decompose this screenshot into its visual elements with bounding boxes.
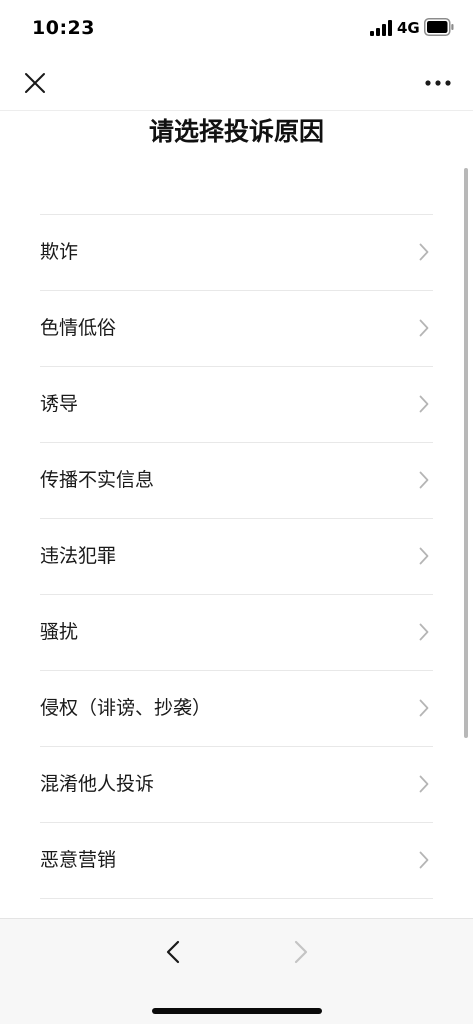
reason-label: 色情低俗 [40,317,117,339]
reason-item-illegal[interactable]: 违法犯罪 [40,519,433,595]
chevron-right-icon [419,623,429,641]
complaint-reason-screen: 10:23 4G 请选择投诉原因 欺诈 色情低俗 诱导 传播不实信息 违法犯罪 … [0,0,473,1024]
reason-label: 欺诈 [40,241,79,263]
close-icon [25,73,45,93]
back-button[interactable] [158,935,188,969]
more-button[interactable] [420,68,456,98]
nav-bar [0,56,473,111]
scrollbar[interactable] [464,168,468,738]
chevron-right-icon [419,775,429,793]
chevron-right-icon [419,851,429,869]
close-button[interactable] [20,68,50,98]
chevron-right-icon [419,699,429,717]
reason-item-harassment[interactable]: 骚扰 [40,595,433,671]
cellular-signal-icon [370,20,392,36]
reason-label: 骚扰 [40,621,79,643]
home-indicator[interactable] [152,1008,322,1014]
reason-item-pornography[interactable]: 色情低俗 [40,291,433,367]
forward-button[interactable] [286,935,316,969]
page-title: 请选择投诉原因 [148,117,324,146]
chevron-right-icon [419,471,429,489]
reason-item-infringement[interactable]: 侵权（诽谤、抄袭） [40,671,433,747]
chevron-right-icon [419,547,429,565]
reason-item-misinformation[interactable]: 传播不实信息 [40,443,433,519]
reason-item-malicious-marketing[interactable]: 恶意营销 [40,823,433,899]
status-time: 10:23 [32,17,95,39]
bottom-toolbar [0,918,473,1024]
chevron-right-icon [419,319,429,337]
reason-label: 传播不实信息 [40,469,155,491]
reason-label: 诱导 [40,393,79,415]
more-dots-icon [425,80,451,86]
reason-label: 侵权（诽谤、抄袭） [40,697,212,719]
reason-item-fraud[interactable]: 欺诈 [40,215,433,291]
reason-item-inducement[interactable]: 诱导 [40,367,433,443]
network-type: 4G [397,19,420,37]
content-area: 请选择投诉原因 欺诈 色情低俗 诱导 传播不实信息 违法犯罪 骚扰 侵权（诽谤、… [0,110,473,918]
reason-label: 违法犯罪 [40,545,117,567]
status-bar: 10:23 4G [0,0,473,56]
battery-icon [424,18,454,36]
chevron-left-icon [166,940,180,964]
reason-list: 欺诈 色情低俗 诱导 传播不实信息 违法犯罪 骚扰 侵权（诽谤、抄袭） 混淆他人… [40,214,433,899]
chevron-right-icon [294,940,308,964]
reason-label: 恶意营销 [40,849,117,871]
chevron-right-icon [419,395,429,413]
chevron-right-icon [419,243,429,261]
reason-item-impersonation-complaint[interactable]: 混淆他人投诉 [40,747,433,823]
reason-label: 混淆他人投诉 [40,773,155,795]
